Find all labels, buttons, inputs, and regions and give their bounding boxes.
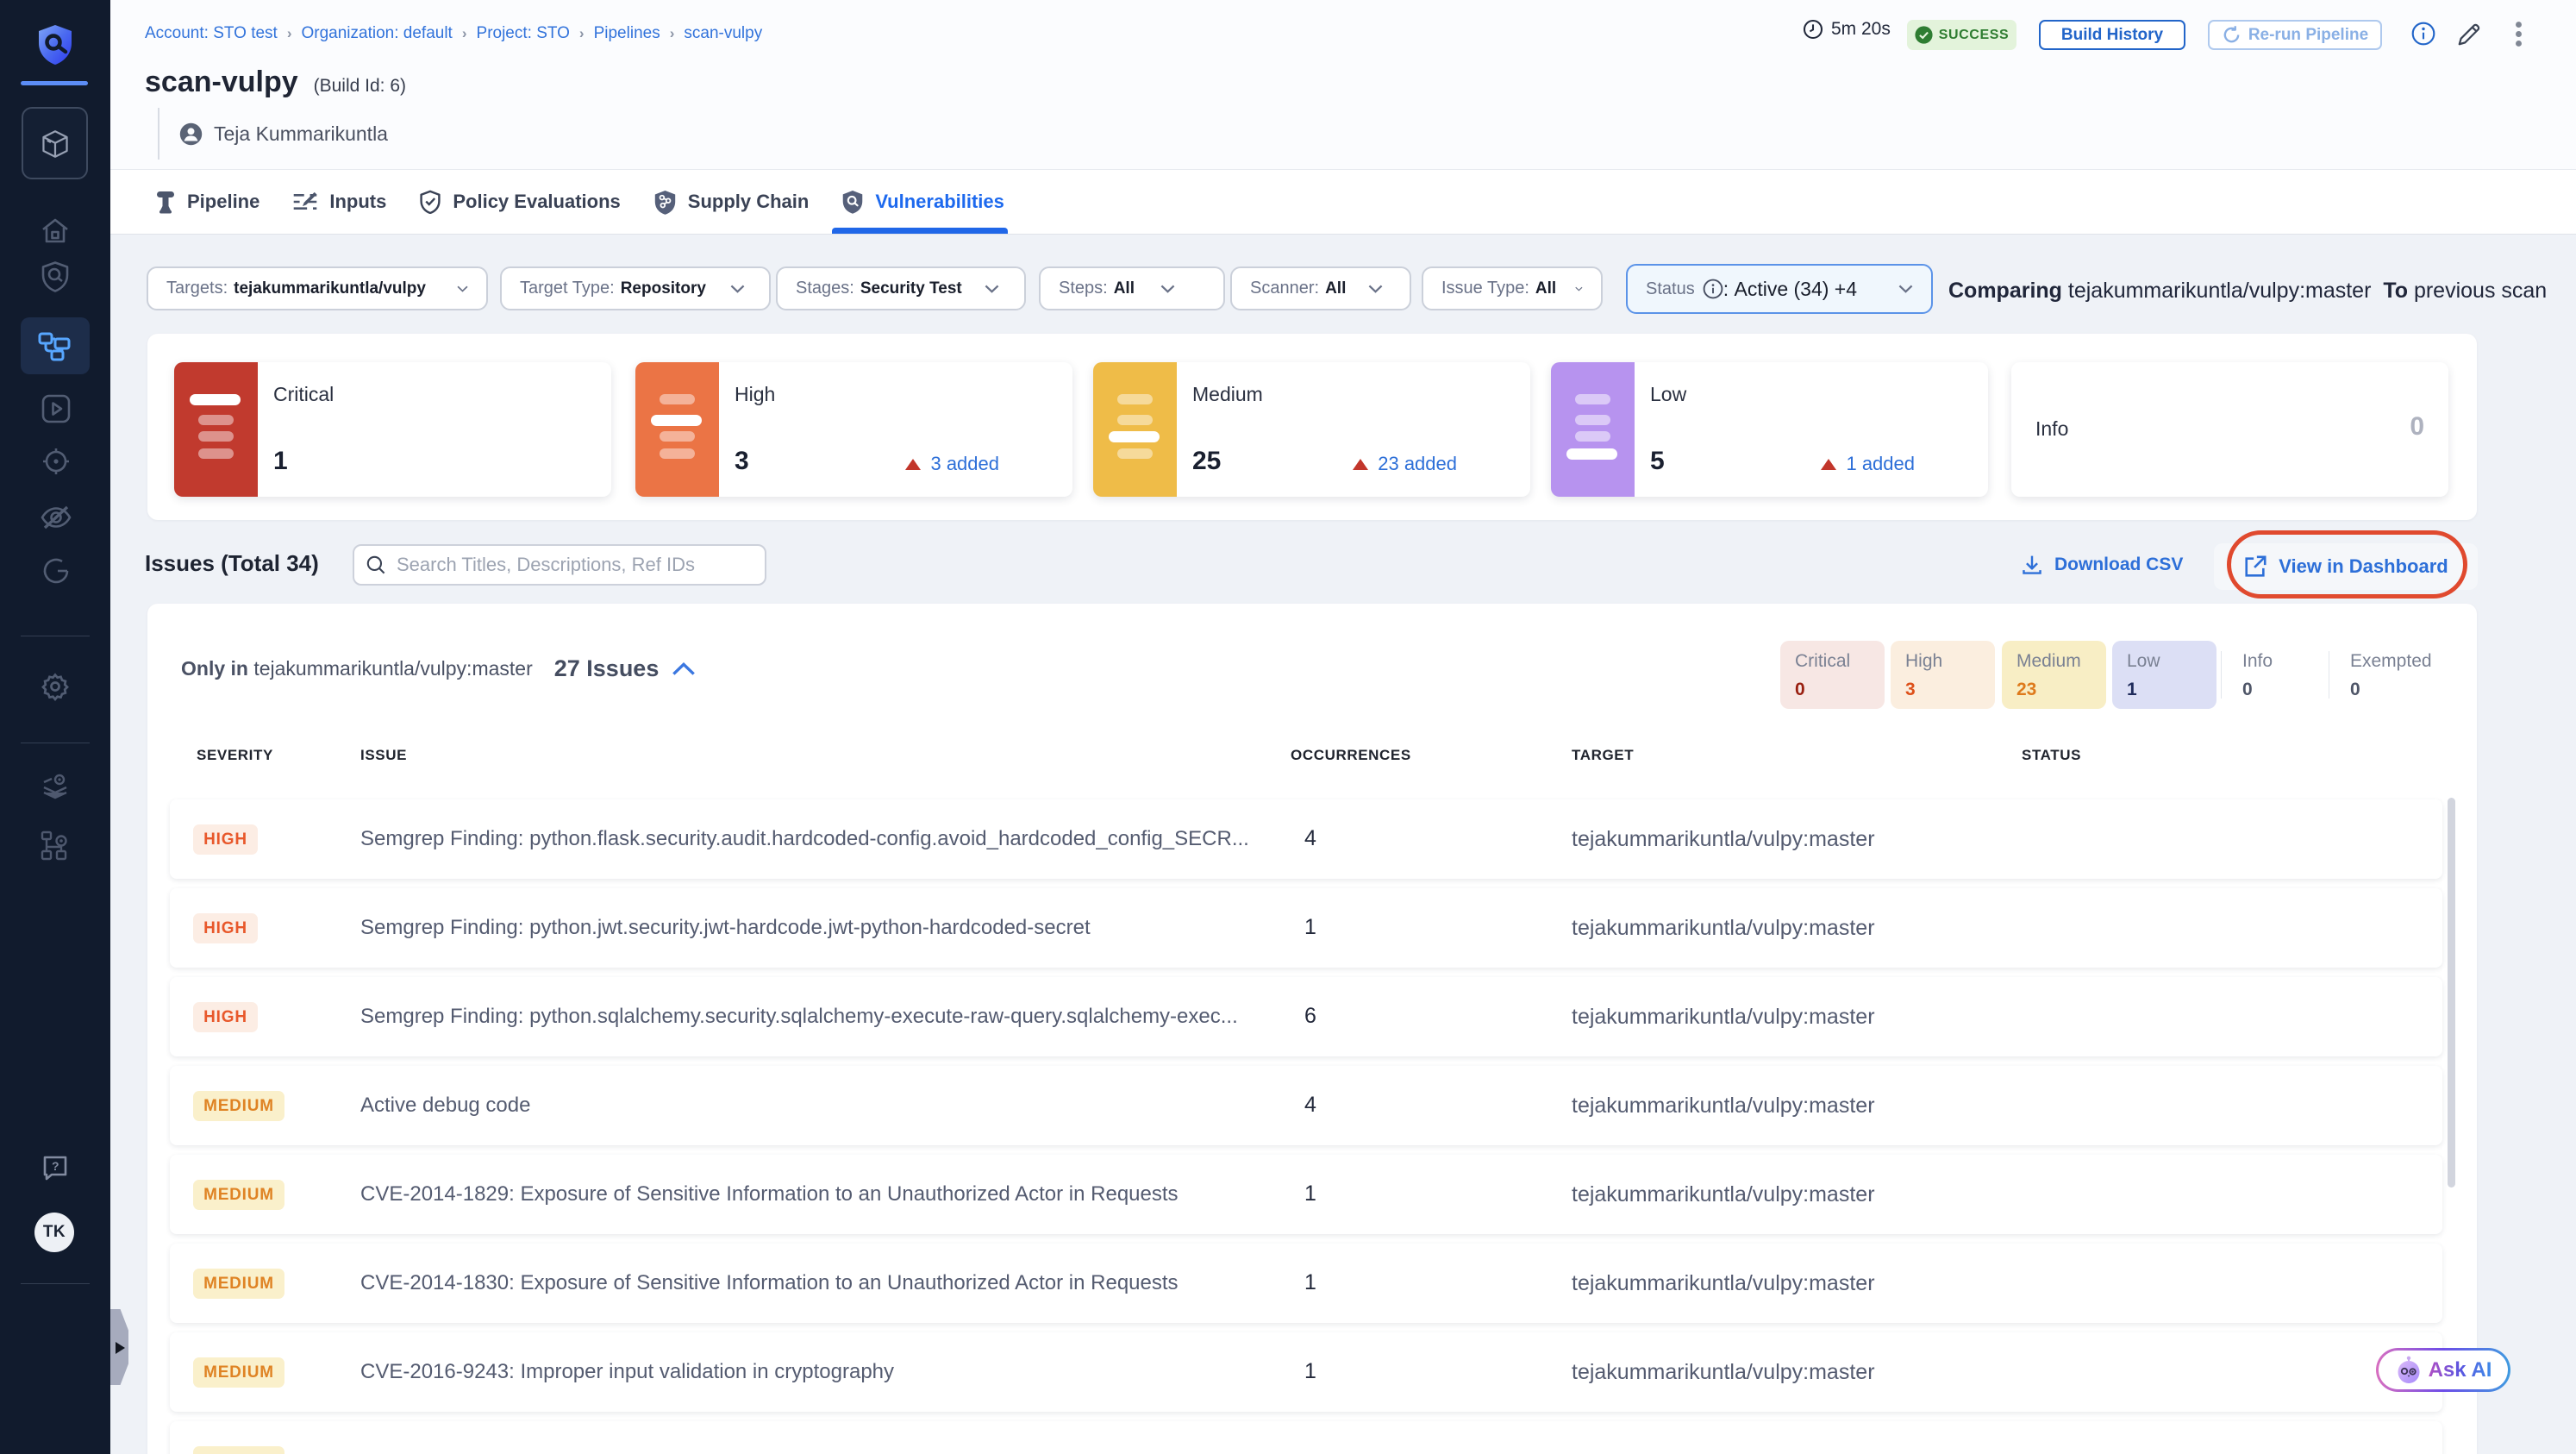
svg-text:?: ? [52, 1159, 59, 1173]
